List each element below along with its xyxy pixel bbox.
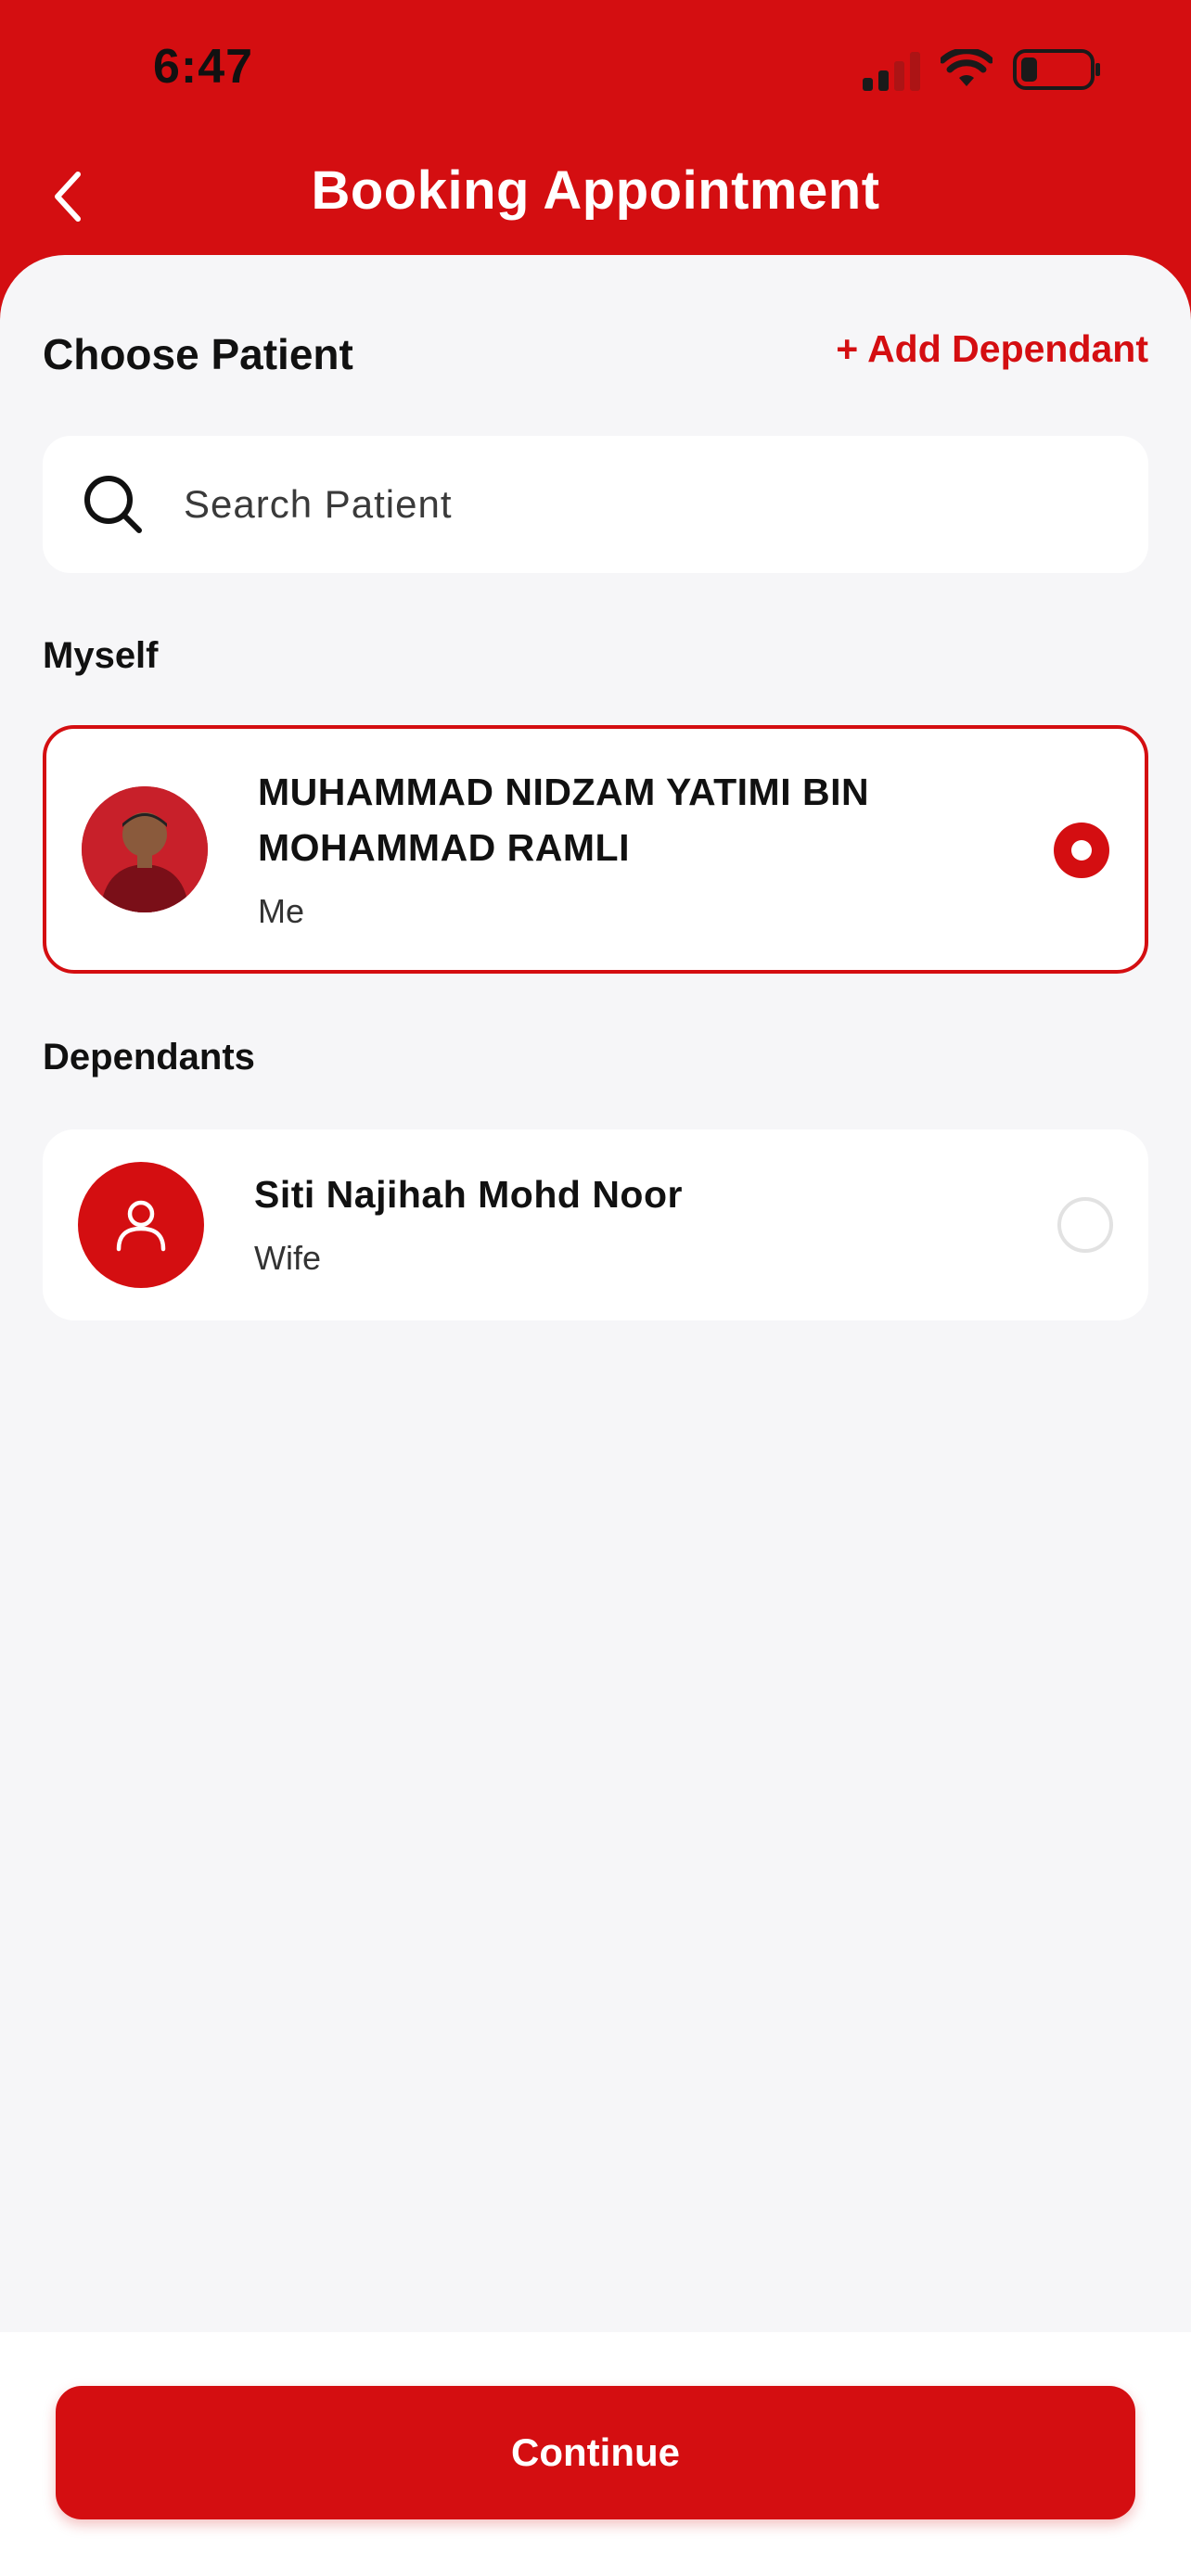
search-icon bbox=[84, 476, 142, 533]
avatar bbox=[78, 1162, 204, 1288]
radio-selected[interactable] bbox=[1054, 823, 1109, 878]
radio-unselected[interactable] bbox=[1057, 1197, 1113, 1253]
user-icon bbox=[116, 1200, 166, 1252]
wifi-icon bbox=[941, 49, 992, 86]
app-header: Booking Appointment bbox=[0, 139, 1191, 255]
page-title: Booking Appointment bbox=[311, 160, 880, 221]
continue-button[interactable]: Continue bbox=[56, 2386, 1135, 2519]
screen: 6:47 Booking Appointment Choose Patient … bbox=[0, 0, 1191, 2576]
patient-name: MUHAMMAD NIDZAM YATIMI BIN MOHAMMAD RAML… bbox=[258, 771, 870, 869]
patient-relation: Me bbox=[258, 892, 305, 930]
profile-photo bbox=[82, 786, 208, 912]
status-icons bbox=[863, 48, 1102, 91]
battery-icon bbox=[1013, 49, 1100, 90]
status-time: 6:47 bbox=[153, 40, 254, 94]
content-sheet: Choose Patient + Add Dependant Myself MU… bbox=[0, 255, 1191, 2332]
search-bar[interactable] bbox=[43, 436, 1148, 573]
bottom-action-bar: Continue bbox=[0, 2332, 1191, 2576]
patient-card-dependant[interactable]: Siti Najihah Mohd Noor Wife bbox=[43, 1129, 1148, 1320]
status-bar: 6:47 bbox=[0, 0, 1191, 139]
search-patient-input[interactable] bbox=[184, 482, 1018, 527]
patient-relation: Wife bbox=[254, 1239, 321, 1277]
dependants-section-label: Dependants bbox=[43, 1037, 255, 1078]
myself-section-label: Myself bbox=[43, 635, 159, 676]
choose-patient-heading: Choose Patient bbox=[43, 330, 353, 378]
cellular-signal-icon bbox=[863, 48, 920, 91]
add-dependant-link[interactable]: + Add Dependant bbox=[836, 327, 1148, 371]
patient-name: Siti Najihah Mohd Noor bbox=[254, 1173, 683, 1216]
patient-card-myself[interactable]: MUHAMMAD NIDZAM YATIMI BIN MOHAMMAD RAML… bbox=[43, 725, 1148, 974]
avatar bbox=[82, 786, 208, 912]
